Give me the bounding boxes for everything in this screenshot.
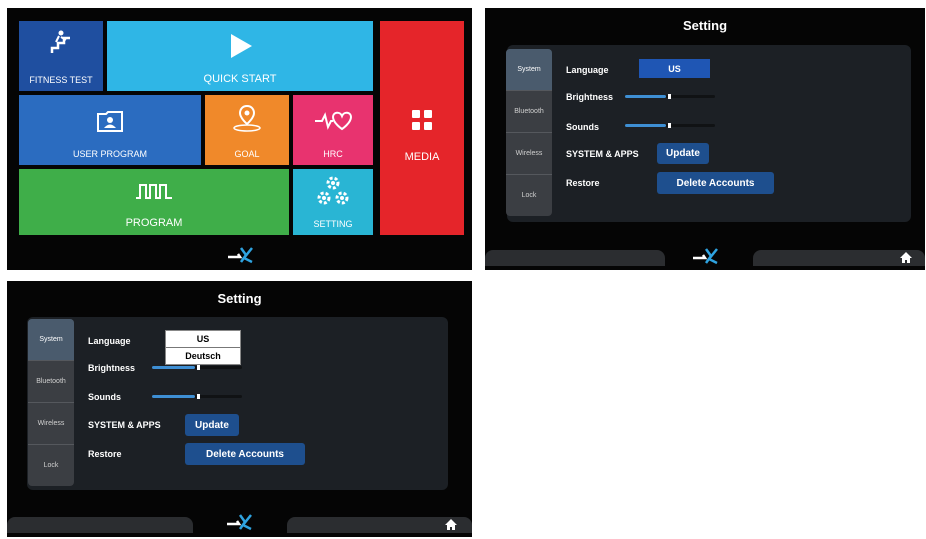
brightness-knob[interactable] (197, 365, 200, 370)
media-label: MEDIA (404, 151, 440, 163)
user-program-tile[interactable]: USER PROGRAM (19, 95, 201, 165)
setting-label: SETTING (313, 219, 353, 229)
sounds-knob[interactable] (668, 123, 671, 128)
pulse-wave-icon (136, 184, 172, 199)
sounds-slider[interactable] (152, 394, 242, 399)
sounds-knob[interactable] (197, 394, 200, 399)
sounds-fill (625, 124, 666, 127)
language-dropdown[interactable]: US Deutsch (165, 330, 241, 365)
bottom-bar (485, 243, 925, 270)
sounds-label: Sounds (88, 392, 121, 402)
tab-bluetooth[interactable]: Bluetooth (28, 361, 74, 403)
user-program-label: USER PROGRAM (72, 149, 147, 159)
gears-icon (317, 176, 349, 205)
settings-tabs: System Bluetooth Wireless Lock (506, 49, 552, 216)
play-icon (231, 34, 252, 58)
tab-lock[interactable]: Lock (28, 445, 74, 486)
location-pin-icon (233, 104, 261, 132)
bottom-bar-left (485, 250, 665, 266)
home-icon[interactable] (444, 518, 458, 531)
brightness-knob[interactable] (668, 94, 671, 99)
setting-tile[interactable]: SETTING (293, 169, 373, 235)
brightness-fill (625, 95, 666, 98)
settings-screen-dropdown: Setting System Bluetooth Wireless Lock L… (7, 281, 472, 537)
settings-tabs: System Bluetooth Wireless Lock (28, 319, 74, 486)
page-title: Setting (682, 18, 728, 33)
tab-bluetooth[interactable]: Bluetooth (506, 91, 552, 133)
hrc-tile[interactable]: HRC (293, 95, 373, 165)
grid-icon (412, 110, 432, 130)
user-folder-icon (97, 111, 123, 132)
system-apps-label: SYSTEM & APPS (566, 149, 639, 159)
system-apps-label: SYSTEM & APPS (88, 420, 161, 430)
page-title: Setting (217, 291, 262, 306)
tab-system[interactable]: System (28, 319, 74, 361)
quick-start-tile[interactable]: QUICK START (107, 21, 373, 91)
restore-label: Restore (566, 178, 600, 188)
update-button[interactable]: Update (657, 143, 709, 164)
media-tile[interactable]: MEDIA (380, 21, 464, 235)
tab-wireless[interactable]: Wireless (506, 133, 552, 175)
goal-label: GOAL (234, 149, 260, 159)
brightness-slider[interactable] (152, 365, 242, 370)
brand-logo-icon[interactable] (691, 247, 719, 265)
language-label: Language (566, 65, 609, 75)
brightness-slider[interactable] (625, 94, 715, 99)
bottom-bar (7, 510, 472, 537)
delete-accounts-button[interactable]: Delete Accounts (657, 172, 774, 194)
bottom-bar-left (7, 517, 193, 533)
fitness-test-tile[interactable]: FITNESS TEST (19, 21, 103, 91)
language-option-us[interactable]: US (166, 331, 240, 347)
sounds-label: Sounds (566, 122, 599, 132)
brand-logo-icon[interactable] (225, 513, 253, 531)
brightness-fill (152, 366, 196, 369)
stairs-icon (50, 30, 70, 53)
brand-logo-icon[interactable] (226, 246, 254, 264)
tab-wireless[interactable]: Wireless (28, 403, 74, 445)
settings-screen: Setting System Bluetooth Wireless Lock L… (485, 8, 925, 270)
goal-tile[interactable]: GOAL (205, 95, 289, 165)
tab-lock[interactable]: Lock (506, 175, 552, 216)
quick-start-label: QUICK START (203, 73, 277, 85)
tab-system[interactable]: System (506, 49, 552, 91)
brightness-label: Brightness (88, 363, 136, 373)
language-select[interactable]: US (639, 59, 710, 78)
restore-label: Restore (88, 449, 122, 459)
heart-pulse-icon (315, 111, 353, 131)
sounds-slider[interactable] (625, 123, 715, 128)
language-option-deutsch[interactable]: Deutsch (166, 347, 240, 364)
hrc-label: HRC (323, 149, 343, 159)
brightness-label: Brightness (566, 92, 614, 102)
delete-accounts-button[interactable]: Delete Accounts (185, 443, 305, 465)
sounds-fill (152, 395, 196, 398)
language-label: Language (88, 336, 131, 346)
update-button[interactable]: Update (185, 414, 239, 436)
program-tile[interactable]: PROGRAM (19, 169, 289, 235)
fitness-test-label: FITNESS TEST (29, 75, 93, 85)
program-label: PROGRAM (125, 217, 183, 229)
home-screen: FITNESS TEST QUICK START USER PROGRAM GO… (7, 8, 472, 270)
home-icon[interactable] (899, 251, 913, 264)
